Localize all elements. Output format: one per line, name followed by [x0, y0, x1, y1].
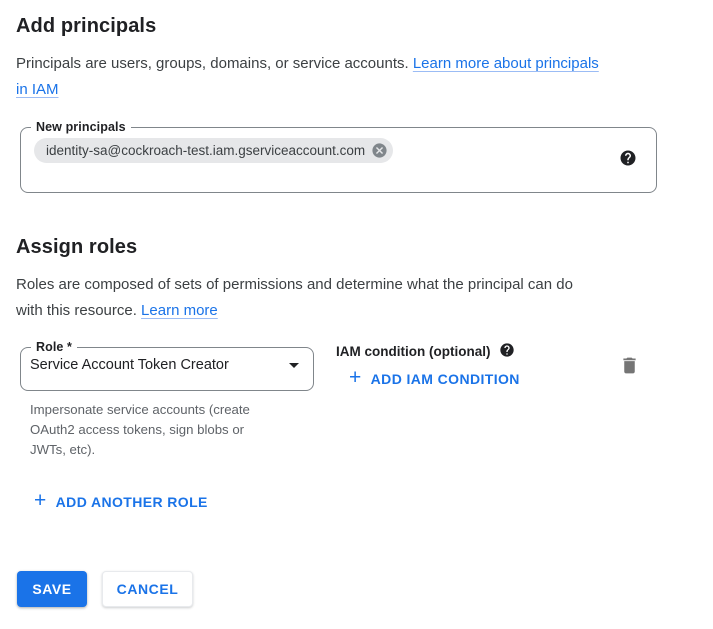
- add-another-role-button[interactable]: + ADD ANOTHER ROLE: [34, 494, 208, 510]
- principal-chip-label: identity-sa@cockroach-test.iam.gservicea…: [46, 143, 365, 158]
- cancel-button[interactable]: CANCEL: [102, 571, 193, 607]
- new-principals-help-button[interactable]: [619, 149, 637, 170]
- role-helper-text: Impersonate service accounts (create OAu…: [30, 400, 288, 460]
- new-principals-label: New principals: [31, 120, 131, 134]
- chevron-down-icon: [289, 363, 299, 368]
- trash-icon: [619, 364, 640, 379]
- plus-icon: +: [34, 493, 47, 509]
- add-iam-condition-button[interactable]: + ADD IAM CONDITION: [349, 371, 520, 387]
- help-icon: [619, 149, 637, 170]
- iam-condition-label-row: IAM condition (optional): [336, 342, 515, 361]
- help-icon: [499, 342, 515, 361]
- delete-role-button[interactable]: [619, 355, 640, 379]
- learn-more-roles-link[interactable]: Learn more: [141, 302, 218, 319]
- iam-condition-help-button[interactable]: [499, 342, 515, 361]
- save-button[interactable]: SAVE: [17, 571, 87, 607]
- assign-roles-description: Roles are composed of sets of permission…: [16, 272, 676, 323]
- page-title: Add principals: [16, 13, 156, 39]
- cancel-icon: [371, 142, 388, 159]
- role-selected-value: Service Account Token Creator: [30, 357, 229, 373]
- principals-description: Principals are users, groups, domains, o…: [16, 51, 668, 102]
- principals-description-text: Principals are users, groups, domains, o…: [16, 55, 413, 72]
- role-label: Role *: [31, 340, 77, 354]
- plus-icon: +: [349, 370, 362, 386]
- role-select[interactable]: Role * Service Account Token Creator: [20, 340, 314, 391]
- chip-remove-button[interactable]: [371, 142, 388, 159]
- new-principals-field[interactable]: New principals identity-sa@cockroach-tes…: [20, 120, 657, 193]
- add-principals-panel: Add principals Principals are users, gro…: [0, 0, 713, 629]
- iam-condition-label: IAM condition (optional): [336, 344, 490, 359]
- principal-chip: identity-sa@cockroach-test.iam.gservicea…: [34, 138, 393, 163]
- assign-roles-title: Assign roles: [16, 234, 137, 260]
